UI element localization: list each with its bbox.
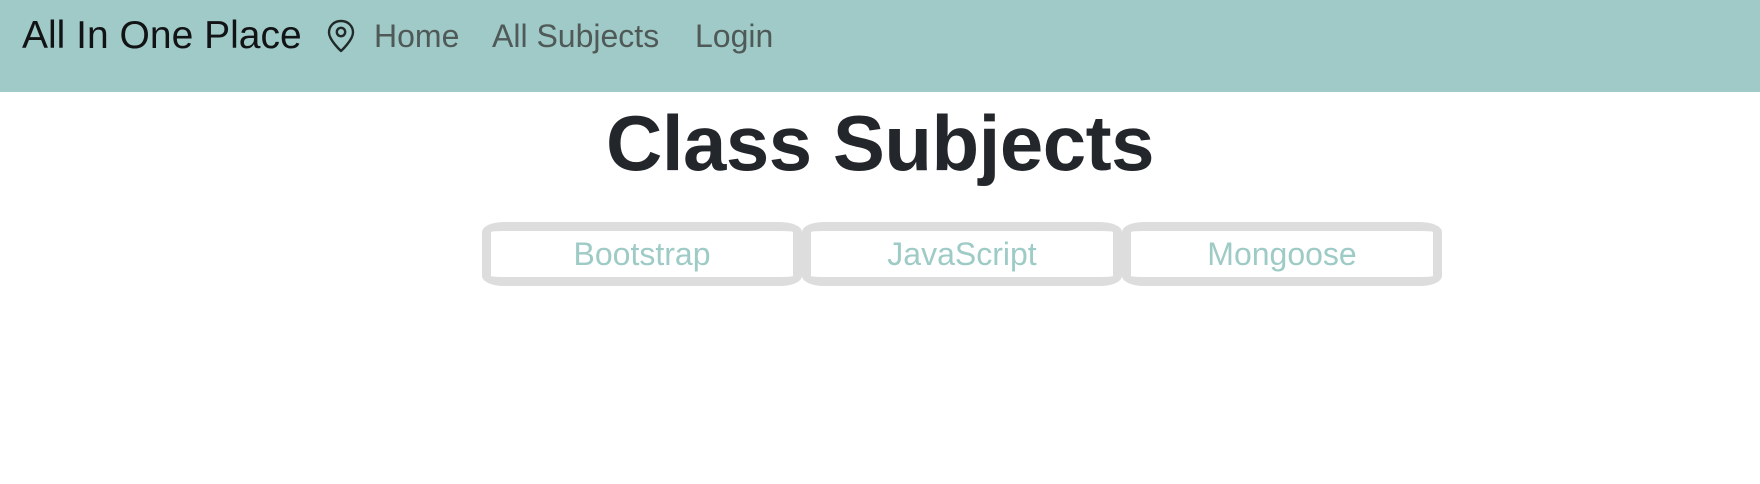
navbar: All In One Place Home All Subjects Login [0, 0, 1760, 92]
subject-card-mongoose[interactable]: Mongoose [1122, 222, 1442, 286]
subject-card-bootstrap[interactable]: Bootstrap [482, 222, 802, 286]
page-title: Class Subjects [606, 99, 1154, 187]
subject-list: Bootstrap JavaScript Mongoose [482, 222, 1442, 286]
nav-link-home[interactable]: Home [374, 16, 459, 56]
nav-link-all-subjects[interactable]: All Subjects [492, 16, 659, 56]
subject-label: Bootstrap [573, 236, 711, 272]
brand-link[interactable]: All In One Place [22, 12, 302, 60]
subject-card-javascript[interactable]: JavaScript [802, 222, 1122, 286]
subject-label: Mongoose [1207, 236, 1357, 272]
nav-link-login[interactable]: Login [695, 16, 773, 56]
map-pin-icon [326, 19, 356, 53]
subject-label: JavaScript [887, 236, 1037, 272]
